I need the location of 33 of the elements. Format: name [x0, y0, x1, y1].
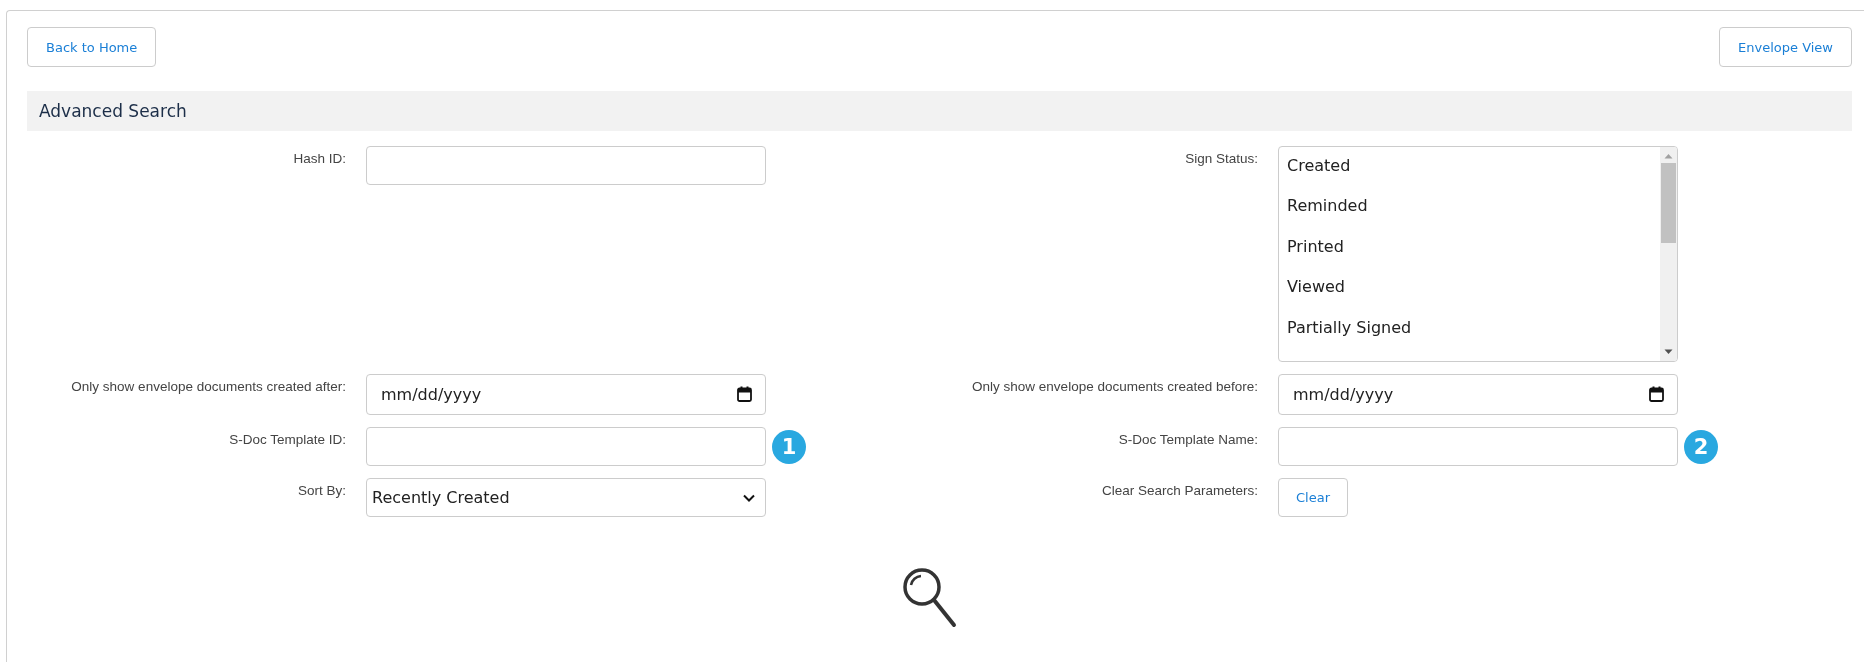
listbox-option[interactable]: Partially Signed — [1287, 314, 1652, 356]
scroll-down-arrow-icon[interactable] — [1664, 349, 1673, 355]
scrollbar[interactable] — [1660, 147, 1677, 361]
field-label: Only show envelope documents created after: — [70, 378, 346, 396]
section-header: Advanced Search — [27, 91, 1852, 131]
field-label: S-Doc Template ID: — [228, 431, 346, 449]
calendar-icon[interactable] — [737, 386, 752, 402]
chevron-down-icon — [743, 493, 755, 502]
text-field[interactable] — [1278, 427, 1678, 466]
date-field[interactable]: mm/dd/yyyy — [366, 374, 766, 415]
clear-button[interactable]: Clear — [1278, 478, 1348, 517]
status-listbox[interactable]: Created Reminded Printed Viewed Partially Signed — [1278, 146, 1678, 362]
date-field[interactable]: mm/dd/yyyy — [1278, 374, 1678, 415]
number-badge: 2 — [1684, 430, 1718, 464]
text-field[interactable] — [366, 146, 766, 185]
field-label: Hash ID: — [292, 150, 346, 168]
scroll-up-arrow-icon[interactable] — [1664, 153, 1673, 159]
field-label: S-Doc Template Name: — [1117, 431, 1258, 449]
calendar-icon[interactable] — [1649, 386, 1664, 402]
text-field[interactable] — [366, 427, 766, 466]
field-label: Clear Search Parameters: — [1100, 482, 1258, 500]
listbox-option[interactable]: Printed — [1287, 233, 1652, 275]
listbox-option[interactable]: Reminded — [1287, 193, 1652, 234]
field-label: Only show envelope documents created before: — [971, 378, 1258, 396]
back-button[interactable]: Back to Home — [27, 27, 157, 67]
listbox-option[interactable]: Created — [1287, 153, 1652, 194]
listbox-option[interactable]: Viewed — [1287, 274, 1652, 315]
field-label: Sign Status: — [1184, 150, 1258, 168]
view-button[interactable]: Envelope View — [1719, 27, 1852, 67]
number-badge: 1 — [772, 430, 806, 464]
search-icon[interactable] — [901, 567, 958, 629]
field-label: Sort By: — [297, 482, 346, 500]
sort-dropdown[interactable]: Recently Created — [366, 478, 766, 517]
